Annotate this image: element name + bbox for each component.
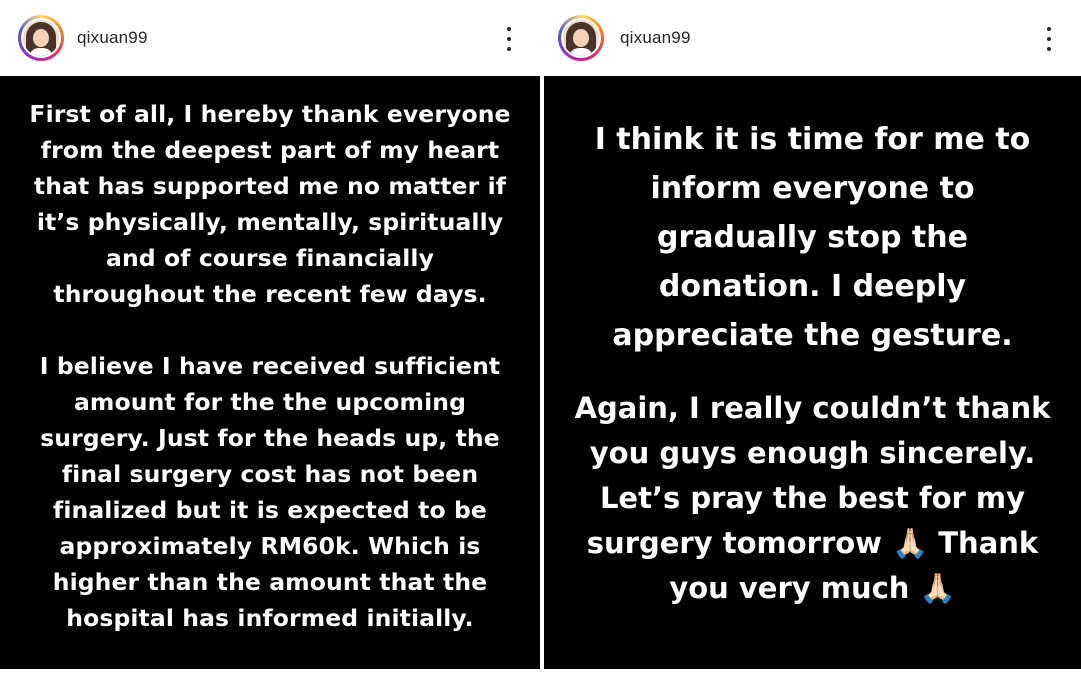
more-dot <box>1047 47 1051 51</box>
story-comparison: qixuan99 First of all, I hereby thank ev… <box>0 0 1081 679</box>
username[interactable]: qixuan99 <box>620 28 691 48</box>
story-panel-left: qixuan99 First of all, I hereby thank ev… <box>0 0 540 679</box>
avatar-photo <box>563 20 599 56</box>
username[interactable]: qixuan99 <box>77 28 148 48</box>
more-dot <box>507 47 511 51</box>
story-content: First of all, I hereby thank everyone fr… <box>0 76 540 669</box>
avatar-face <box>33 29 49 47</box>
story-content: I think it is time for me to inform ever… <box>544 76 1081 669</box>
story-paragraph: Again, I really couldn’t thank you guys … <box>574 391 1051 605</box>
story-paragraph: I think it is time for me to inform ever… <box>594 122 1031 353</box>
avatar-face <box>573 29 589 47</box>
avatar-ring <box>21 18 61 58</box>
more-dot <box>507 37 511 41</box>
more-vertical-icon[interactable] <box>504 27 514 51</box>
profile-avatar[interactable] <box>18 15 64 61</box>
profile-avatar[interactable] <box>558 15 604 61</box>
story-paragraph: I believe I have received sufficient amo… <box>39 352 501 632</box>
story-paragraph: First of all, I hereby thank everyone fr… <box>29 100 511 308</box>
story-header: qixuan99 <box>544 0 1081 76</box>
story-header: qixuan99 <box>0 0 540 76</box>
story-panel-right: qixuan99 I think it is time for me to in… <box>544 0 1081 679</box>
avatar-ring <box>561 18 601 58</box>
more-dot <box>1047 37 1051 41</box>
avatar-photo <box>23 20 59 56</box>
more-dot <box>507 27 511 31</box>
more-dot <box>1047 27 1051 31</box>
more-vertical-icon[interactable] <box>1044 27 1054 51</box>
